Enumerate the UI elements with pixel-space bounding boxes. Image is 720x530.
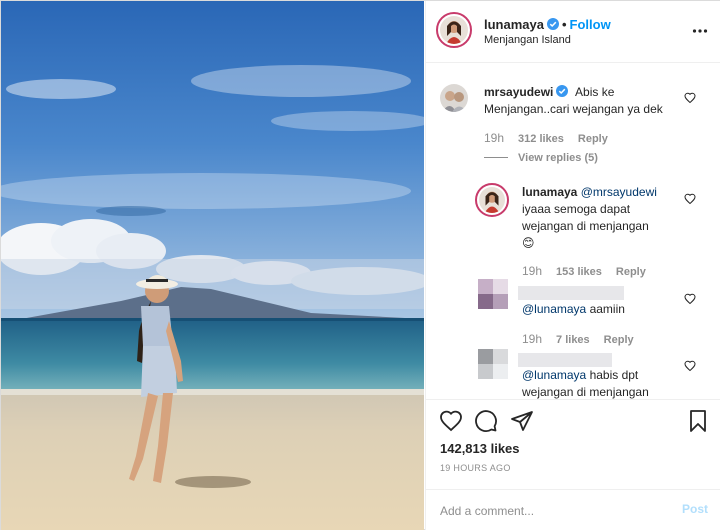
comment-1: mrsayudewi Abis ke Menjangan..cari wejan… bbox=[484, 84, 689, 118]
comment-time[interactable]: 19h bbox=[522, 332, 542, 346]
view-replies-line bbox=[484, 157, 508, 158]
comment-emoji: 😊 bbox=[522, 236, 535, 250]
comment-mention[interactable]: @lunamaya bbox=[522, 368, 586, 382]
post-header: lunamaya • Follow Menjangan Island bbox=[426, 1, 720, 63]
like-heart-icon[interactable] bbox=[439, 409, 463, 433]
post-frame: lunamaya • Follow Menjangan Island mrsayud… bbox=[0, 0, 720, 530]
comment-text: aamiin bbox=[589, 302, 625, 316]
follow-button[interactable]: Follow bbox=[570, 17, 611, 32]
header-username[interactable]: lunamaya bbox=[484, 17, 544, 32]
comment-time[interactable]: 19h bbox=[484, 131, 504, 145]
comment-4: @lunamaya habis dpt wejangan di menjanga… bbox=[522, 367, 672, 399]
comment-text: iyaaa semoga dapat wejangan di menjangan bbox=[522, 202, 649, 233]
comment-username[interactable]: mrsayudewi bbox=[484, 85, 553, 99]
comment-mention[interactable]: @lunamaya bbox=[522, 302, 586, 316]
comment-likes[interactable]: 312 likes bbox=[518, 133, 564, 145]
post-location[interactable]: Menjangan Island bbox=[484, 34, 571, 46]
blurred-avatar[interactable] bbox=[478, 349, 508, 379]
avatar-image bbox=[440, 16, 468, 44]
comment-3: @lunamaya aamiin bbox=[522, 301, 672, 318]
avatar-image bbox=[479, 187, 505, 213]
likes-count[interactable]: 142,813 likes bbox=[440, 441, 520, 456]
comment-3-meta: 19h 7 likes Reply bbox=[522, 332, 648, 346]
like-comment-heart-icon[interactable] bbox=[684, 92, 696, 104]
post-panel: lunamaya • Follow Menjangan Island mrsayud… bbox=[425, 1, 720, 530]
verified-badge-icon bbox=[556, 85, 569, 97]
header-user-row: lunamaya • Follow bbox=[484, 17, 611, 32]
beach-photo bbox=[1, 1, 424, 530]
avatar-image bbox=[440, 84, 468, 112]
commenter-avatar[interactable] bbox=[440, 84, 468, 112]
view-replies-button[interactable]: View replies (5) bbox=[484, 152, 598, 164]
bookmark-icon[interactable] bbox=[686, 409, 710, 433]
more-options-icon[interactable] bbox=[692, 23, 708, 39]
share-paper-plane-icon[interactable] bbox=[510, 409, 534, 433]
comment-2-meta: 19h 153 likes Reply bbox=[522, 264, 660, 278]
post-photo[interactable] bbox=[1, 1, 424, 530]
reply-button[interactable]: Reply bbox=[616, 266, 646, 278]
comment-time[interactable]: 19h bbox=[522, 264, 542, 278]
comment-2: lunamaya @mrsayudewi iyaaa semoga dapat … bbox=[522, 184, 672, 252]
profile-avatar[interactable] bbox=[436, 12, 472, 48]
comment-username[interactable]: lunamaya bbox=[522, 185, 577, 199]
post-comment-button[interactable]: Post bbox=[682, 502, 708, 516]
view-replies-label: View replies (5) bbox=[518, 152, 598, 164]
post-timestamp[interactable]: 19 HOURS AGO bbox=[440, 463, 511, 473]
like-comment-heart-icon[interactable] bbox=[684, 293, 696, 305]
verified-badge-icon bbox=[546, 18, 559, 30]
comments-list: mrsayudewi Abis ke Menjangan..cari wejan… bbox=[426, 64, 720, 399]
like-comment-heart-icon[interactable] bbox=[684, 360, 696, 372]
reply-button[interactable]: Reply bbox=[604, 334, 634, 346]
comment-likes[interactable]: 7 likes bbox=[556, 334, 590, 346]
blurred-username bbox=[518, 286, 624, 300]
reply-button[interactable]: Reply bbox=[578, 133, 608, 145]
post-actions: 142,813 likes 19 HOURS AGO bbox=[426, 399, 720, 489]
comment-bubble-icon[interactable] bbox=[474, 409, 498, 433]
header-separator: • bbox=[561, 17, 567, 32]
add-comment-bar: Post bbox=[426, 489, 720, 530]
comment-mention[interactable]: @mrsayudewi bbox=[581, 185, 657, 199]
like-comment-heart-icon[interactable] bbox=[684, 193, 696, 205]
reply-avatar[interactable] bbox=[475, 183, 509, 217]
blurred-username bbox=[518, 353, 612, 367]
blurred-avatar[interactable] bbox=[478, 279, 508, 309]
comment-likes[interactable]: 153 likes bbox=[556, 266, 602, 278]
add-comment-input[interactable] bbox=[440, 502, 670, 520]
comment-1-meta: 19h 312 likes Reply bbox=[484, 131, 622, 145]
